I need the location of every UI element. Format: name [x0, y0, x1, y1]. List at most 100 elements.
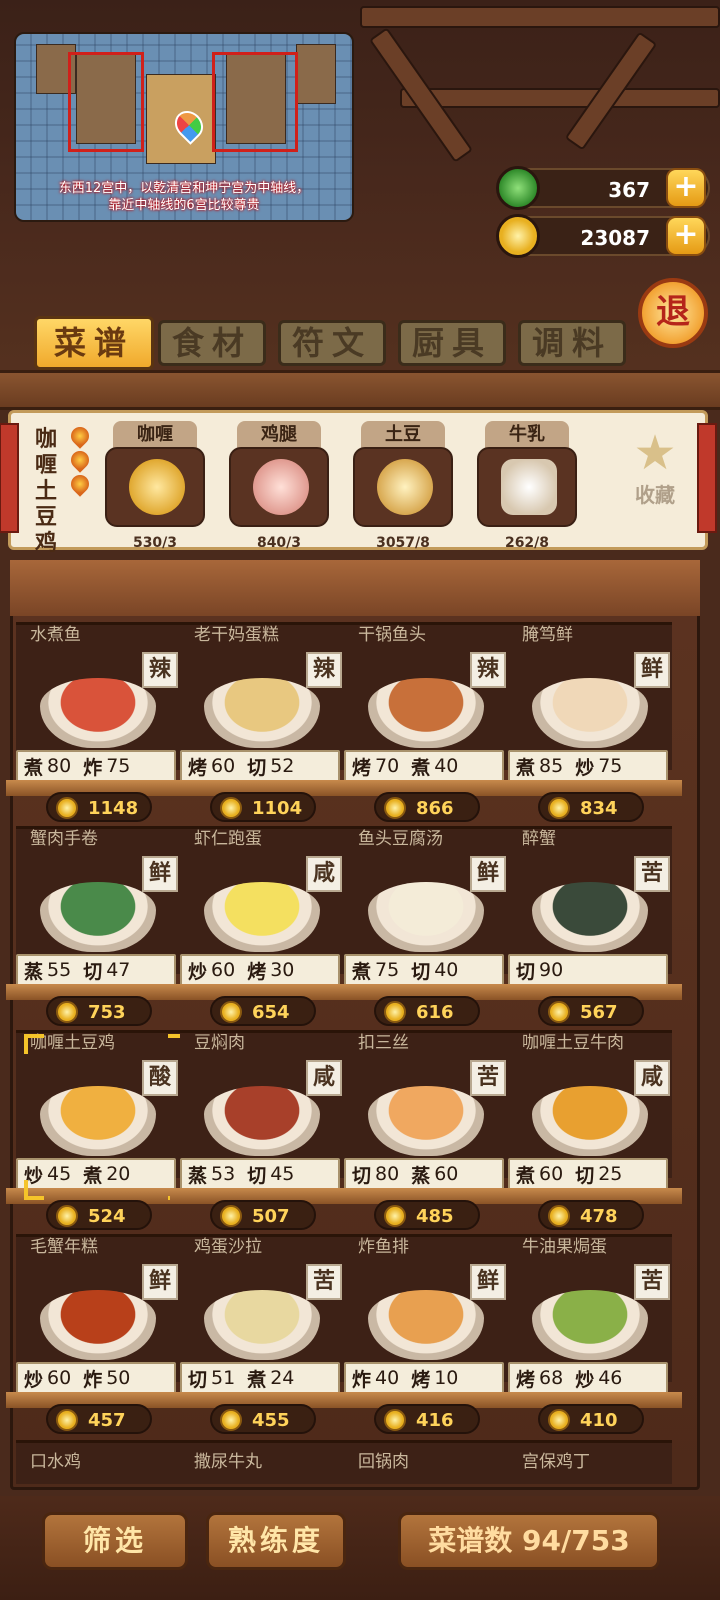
recipe-name: 回锅肉 [358, 1452, 409, 1472]
recipe-skills: 炒 60 烤 30 [180, 954, 340, 986]
price-amount: 753 [88, 1002, 126, 1023]
recipe-name: 毛蟹年糕 [30, 1237, 98, 1257]
ingredient-count: 530/3 [132, 535, 178, 551]
skill-value: 40 [434, 755, 459, 777]
filter-button[interactable]: 筛选 [42, 1512, 188, 1570]
tab-ingredients[interactable]: 食材 [158, 320, 266, 366]
coin-icon [384, 1001, 406, 1023]
ingredient-drumstick[interactable]: 鸡腿 840/3 [229, 421, 329, 551]
tab-cookware[interactable]: 厨具 [398, 320, 506, 366]
skill-name: 炒 [575, 756, 595, 779]
flavor-badge: 咸 [306, 1060, 342, 1096]
flavor-badge: 辣 [142, 652, 178, 688]
recipe-card[interactable]: 醉蟹苦切 90 567 [498, 826, 682, 1030]
bottom-bar: 筛选 熟练度 菜谱数 94/753 [0, 1496, 720, 1600]
recipe-card-partial[interactable]: 回锅肉 [344, 1440, 508, 1484]
coin-icon [496, 214, 540, 258]
flavor-badge: 苦 [306, 1264, 342, 1300]
recipe-card[interactable]: 鱼头豆腐汤鲜煮 75 切 40 616 [334, 826, 518, 1030]
favorite-button[interactable]: ★ 收藏 [625, 427, 685, 508]
skill-value: 70 [375, 755, 400, 777]
skill-value: 30 [270, 959, 295, 981]
skill-value: 85 [539, 755, 564, 777]
recipe-card[interactable]: 咖喱土豆鸡酸炒 45 煮 20 524 [6, 1030, 190, 1234]
recipe-price: 654 [210, 996, 316, 1026]
recipe-skills: 蒸 53 切 45 [180, 1158, 340, 1190]
recipe-card[interactable]: 干锅鱼头辣烤 70 煮 40 866 [334, 622, 518, 826]
recipe-card[interactable]: 咖喱土豆牛肉咸煮 60 切 25 478 [498, 1030, 682, 1234]
flame-icon [67, 447, 93, 473]
skill-name: 炸 [83, 756, 103, 779]
coin-icon [56, 1001, 78, 1023]
coin-icon [56, 1205, 78, 1227]
ingredient-slot [229, 447, 329, 527]
skill-value: 53 [211, 1163, 236, 1185]
star-icon: ★ [633, 425, 677, 481]
recipe-name: 炸鱼排 [358, 1237, 409, 1257]
skill-value: 75 [375, 959, 400, 981]
flavor-badge: 辣 [306, 652, 342, 688]
tab-seasonings[interactable]: 调料 [518, 320, 626, 366]
coin-icon [220, 1205, 242, 1227]
recipe-card[interactable]: 蟹肉手卷鲜蒸 55 切 47 753 [6, 826, 190, 1030]
add-jade-button[interactable]: + [666, 168, 706, 208]
exit-button[interactable]: 退 [638, 278, 708, 348]
recipe-skills: 切 51 煮 24 [180, 1362, 340, 1394]
recipe-card[interactable]: 腌笃鲜鲜煮 85 炒 75 834 [498, 622, 682, 826]
recipe-skills: 炸 40 烤 10 [344, 1362, 504, 1394]
recipe-card[interactable]: 虾仁跑蛋咸炒 60 烤 30 654 [170, 826, 354, 1030]
price-amount: 524 [88, 1206, 126, 1227]
ingredient-slot [105, 447, 205, 527]
skill-value: 45 [270, 1163, 295, 1185]
recipe-name: 干锅鱼头 [358, 625, 426, 645]
flavor-badge: 鲜 [470, 856, 506, 892]
price-amount: 616 [416, 1002, 454, 1023]
tab-recipes[interactable]: 菜谱 [34, 316, 154, 370]
skill-name: 蒸 [411, 1164, 431, 1187]
price-amount: 455 [252, 1410, 290, 1431]
recipe-card-partial[interactable]: 宫保鸡丁 [508, 1440, 672, 1484]
ingredient-milk[interactable]: 牛乳 262/8 [477, 421, 577, 551]
recipe-card[interactable]: 炸鱼排鲜炸 40 烤 10 416 [334, 1234, 518, 1438]
skill-value: 55 [47, 959, 72, 981]
tab-runes[interactable]: 符文 [278, 320, 386, 366]
recipe-card[interactable]: 毛蟹年糕鲜炒 60 炸 50 457 [6, 1234, 190, 1438]
skill-name: 煮 [411, 756, 431, 779]
skill-value: 40 [375, 1367, 400, 1389]
price-amount: 416 [416, 1410, 454, 1431]
skill-value: 80 [47, 755, 72, 777]
skill-value: 50 [106, 1367, 131, 1389]
skill-name: 切 [247, 756, 267, 779]
ingredient-potato[interactable]: 土豆 3057/8 [353, 421, 453, 551]
selected-recipe-name: 咖喱土豆鸡 [35, 427, 58, 556]
skill-value: 25 [598, 1163, 623, 1185]
category-tabs: 菜谱 食材 符文 厨具 调料 [34, 316, 634, 370]
flavor-badge: 辣 [470, 652, 506, 688]
recipe-card[interactable]: 老干妈蛋糕辣烤 60 切 52 1104 [170, 622, 354, 826]
recipe-card[interactable]: 鸡蛋沙拉苦切 51 煮 24 455 [170, 1234, 354, 1438]
recipe-card[interactable]: 牛油果焗蛋苦烤 68 炒 46 410 [498, 1234, 682, 1438]
recipe-name: 咖喱土豆牛肉 [522, 1033, 624, 1053]
recipe-skills: 切 80 蒸 60 [344, 1158, 504, 1190]
map-caption: 东西12宫中，以乾清宫和坤宁宫为中轴线， 靠近中轴线的6宫比较尊贵 [16, 180, 352, 214]
skill-value: 45 [47, 1163, 72, 1185]
recipe-name: 鸡蛋沙拉 [194, 1237, 262, 1257]
recipe-card[interactable]: 水煮鱼辣煮 80 炸 75 1148 [6, 622, 190, 826]
recipe-skills: 煮 80 炸 75 [16, 750, 176, 782]
recipe-card-partial[interactable]: 撒尿牛丸 [180, 1440, 344, 1484]
recipe-skills: 煮 75 切 40 [344, 954, 504, 986]
ingredient-curry[interactable]: 咖喱 530/3 [105, 421, 205, 551]
recipe-price: 834 [538, 792, 644, 822]
proficiency-button[interactable]: 熟练度 [206, 1512, 346, 1570]
recipe-card-partial[interactable]: 口水鸡 [16, 1440, 180, 1484]
shelf-divider [0, 370, 720, 410]
map-video-overlay[interactable]: 东西12宫中，以乾清宫和坤宁宫为中轴线， 靠近中轴线的6宫比较尊贵 [14, 32, 354, 222]
coin-icon [56, 1409, 78, 1431]
recipe-skills: 烤 70 煮 40 [344, 750, 504, 782]
add-coin-button[interactable]: + [666, 216, 706, 256]
recipe-name: 腌笃鲜 [522, 625, 573, 645]
favorite-label: 收藏 [635, 483, 675, 507]
recipe-card[interactable]: 扣三丝苦切 80 蒸 60 485 [334, 1030, 518, 1234]
recipe-card[interactable]: 豆焖肉咸蒸 53 切 45 507 [170, 1030, 354, 1234]
recipe-price: 866 [374, 792, 480, 822]
